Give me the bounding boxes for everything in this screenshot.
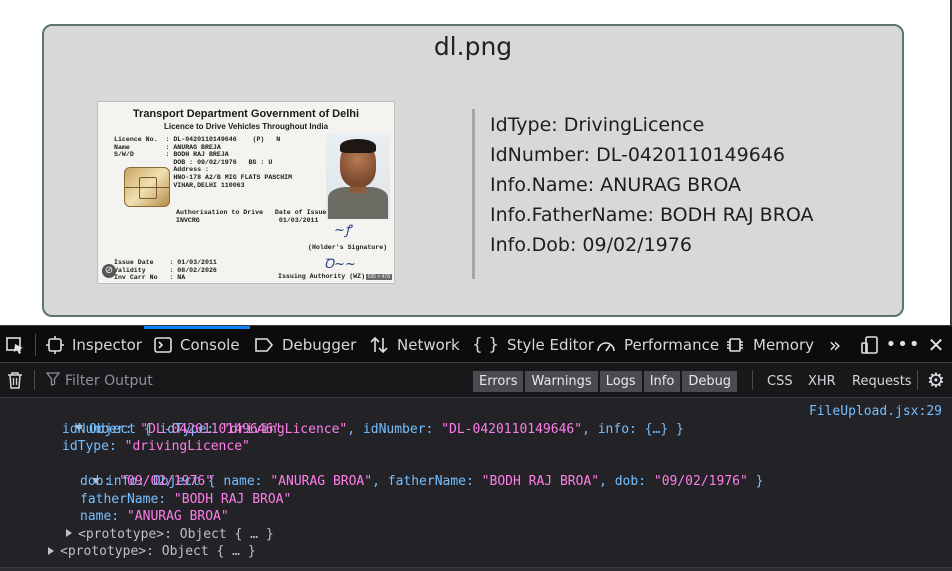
field-id-number: IdNumber: DL-0420110149646 <box>490 144 785 166</box>
filter-debug-button[interactable]: Debug <box>682 371 738 392</box>
tab-label: Debugger <box>282 335 357 354</box>
licence-authorisation: Authorisation to Drive Date of Issue INV… <box>176 209 327 224</box>
performance-icon <box>596 336 616 354</box>
chip-icon <box>124 167 170 207</box>
tab-console[interactable]: Console <box>144 326 250 363</box>
devtools-tabbar: Inspector Console Debugger Network { } S… <box>0 325 952 363</box>
prop-id-number: idNumber: "DL-0420110149646" <box>62 421 282 437</box>
console-settings-gear-icon[interactable]: ⚙ <box>924 363 948 397</box>
filter-xhr-button[interactable]: XHR <box>808 371 836 392</box>
tab-label: Memory <box>753 335 815 354</box>
issuing-authority: Issuing Authority (WZ) <box>278 273 366 280</box>
extracted-info: IdType: DrivingLicence IdNumber: DL-0420… <box>490 110 814 260</box>
card-title: dl.png <box>433 32 513 61</box>
field-father-name: Info.FatherName: BODH RAJ BROA <box>490 204 814 226</box>
licence-validity: Issue Date : 01/03/2011 Validity : 08/02… <box>114 259 217 282</box>
tab-label: Network <box>397 335 460 354</box>
console-input-edge <box>0 567 952 571</box>
prop-prototype[interactable]: <prototype>: Object { … } <box>48 543 256 561</box>
memory-icon <box>725 336 745 354</box>
prop-dob: dob: "09/02/1976" <box>80 474 214 489</box>
prop-name: name: "ANURAG BROA" <box>80 509 229 524</box>
filter-warnings-button[interactable]: Warnings <box>525 371 598 392</box>
options-menu-icon[interactable]: ••• <box>886 326 920 363</box>
debugger-icon <box>254 336 274 354</box>
filter-logs-button[interactable]: Logs <box>599 371 642 392</box>
tab-network[interactable]: Network <box>369 326 460 363</box>
tab-label: Console <box>180 335 240 354</box>
tab-memory[interactable]: Memory <box>725 326 814 363</box>
close-icon[interactable]: ✕ <box>924 326 948 363</box>
licence-subheading: Licence to Drive Vehicles Throughout Ind… <box>163 122 329 131</box>
filter-output-input[interactable]: Filter Output <box>45 372 153 390</box>
upload-result-card: dl.png Transport Department Government o… <box>42 24 904 317</box>
prop-id-type: idType: "drivingLicence" <box>62 439 250 454</box>
trash-icon[interactable] <box>4 363 26 397</box>
log-source-link[interactable]: FileUpload.jsx:29 <box>809 403 942 421</box>
prop-info[interactable]: info: Object { name: "ANURAG BROA", fath… <box>45 456 763 489</box>
field-dob: Info.Dob: 09/02/1976 <box>490 234 692 256</box>
divider <box>472 109 475 279</box>
console-icon <box>154 336 172 354</box>
tab-style-editor[interactable]: { } Style Editor <box>472 326 594 363</box>
prop-info-prototype[interactable]: <prototype>: Object { … } <box>66 526 274 544</box>
tab-label: Style Editor <box>507 335 594 354</box>
tab-label: Performance <box>624 335 720 354</box>
pick-element-icon[interactable] <box>2 326 28 363</box>
filter-errors-button[interactable]: Errors <box>473 371 524 392</box>
prop-father-name: fatherName: "BODH RAJ BROA" <box>80 491 292 507</box>
filter-css-button[interactable]: CSS <box>767 371 793 392</box>
collapsed-arrow-icon[interactable] <box>66 529 72 537</box>
driving-licence-image: Transport Department Government of Delhi… <box>97 101 395 284</box>
tab-performance[interactable]: Performance <box>596 326 719 363</box>
style-editor-icon: { } <box>472 334 500 355</box>
tab-label: Inspector <box>72 335 142 354</box>
devtools-panel: Inspector Console Debugger Network { } S… <box>0 325 952 571</box>
image-dimensions: 695 × 478 <box>365 274 392 280</box>
console-toolbar: Filter Output Errors Warnings Logs Info … <box>0 363 952 398</box>
authority-signature-mark: Ꝺ~~ <box>324 257 356 272</box>
holder-photo <box>326 133 390 219</box>
tab-inspector[interactable]: Inspector <box>46 326 142 363</box>
field-id-type: IdType: DrivingLicence <box>490 114 705 136</box>
filter-info-button[interactable]: Info <box>643 371 681 392</box>
collapsed-arrow-icon[interactable] <box>48 546 54 555</box>
responsive-design-icon[interactable] <box>858 326 882 363</box>
log-level-filters: Errors Warnings Logs Info Debug <box>473 371 738 392</box>
image-badge-icon: ⊘ <box>102 264 116 278</box>
licence-heading: Transport Department Government of Delhi <box>132 108 360 120</box>
network-icon <box>369 336 389 354</box>
field-name: Info.Name: ANURAG BROA <box>490 174 741 196</box>
filter-placeholder: Filter Output <box>65 373 153 389</box>
log-entry-object[interactable]: Object { idType: "drivingLicence", idNum… <box>28 403 684 437</box>
more-tools-chevron-icon[interactable]: » <box>823 326 847 363</box>
filter-icon <box>45 372 61 390</box>
holder-signature-label: (Holder's Signature) <box>308 244 388 251</box>
tab-debugger[interactable]: Debugger <box>254 326 356 363</box>
holder-signature-mark: ~ꝭ <box>334 223 352 238</box>
inspector-icon <box>46 335 64 354</box>
console-output: Object { idType: "drivingLicence", idNum… <box>0 399 952 571</box>
filter-requests-button[interactable]: Requests <box>852 371 912 392</box>
web-page: dl.png Transport Department Government o… <box>0 0 952 325</box>
